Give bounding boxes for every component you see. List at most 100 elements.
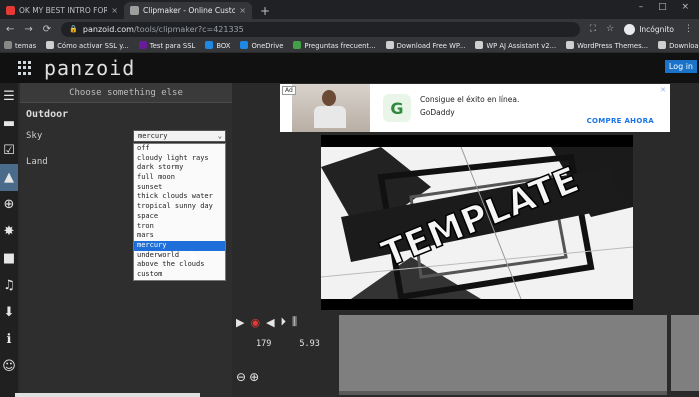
timeline-readout: 179 5.93 — [256, 339, 320, 349]
info-icon[interactable]: ℹ — [0, 326, 18, 353]
bookmark-item[interactable]: WordPress Themes... — [566, 41, 648, 50]
window-controls[interactable]: – □ × — [639, 2, 695, 12]
zoom-in-icon[interactable]: ⊕ — [249, 370, 259, 384]
browser-tab-strip: OK MY BEST INTRO FOR SURE C × Clipmaker … — [0, 0, 699, 19]
timeline-track-end[interactable] — [671, 315, 699, 391]
zoom-controls: ⊖ ⊕ — [236, 370, 259, 384]
close-tab-icon[interactable]: × — [239, 6, 246, 15]
bookmark-item[interactable]: Preguntas frecuent... — [293, 41, 376, 50]
menu-icon[interactable]: ☰ — [0, 83, 18, 110]
chevron-down-icon: ⌄ — [217, 132, 222, 140]
sky-option[interactable]: above the clouds — [134, 260, 225, 270]
sky-option[interactable]: full moon — [134, 173, 225, 183]
step-forward-icon[interactable]: ⏵ — [281, 315, 287, 329]
sky-option[interactable]: tron — [134, 222, 225, 232]
play-icon[interactable]: ▶ — [236, 316, 244, 329]
browser-tab-active[interactable]: Clipmaker - Online Custom Intro × — [124, 2, 252, 19]
smiley-icon[interactable]: ☺ — [0, 353, 18, 380]
youtube-favicon-icon — [6, 6, 15, 15]
bookmark-label: Download Free WP... — [396, 42, 466, 50]
browser-tab[interactable]: OK MY BEST INTRO FOR SURE C × — [0, 2, 124, 19]
bookmark-item[interactable]: temas — [4, 41, 36, 50]
tab-title: Clipmaker - Online Custom Intro — [143, 6, 236, 15]
sky-option[interactable]: mercury — [134, 240, 225, 251]
new-tab-button[interactable]: + — [252, 2, 278, 19]
ad-cta[interactable]: COMPRE AHORA — [587, 117, 654, 125]
incognito-icon — [624, 23, 636, 35]
bookmark-item[interactable]: Test para SSL — [138, 41, 196, 50]
address-bar-row: ← → ⟳ 🔒 panzoid.com/tools/clipmaker?c=42… — [0, 19, 699, 39]
bookmark-item[interactable]: OneDrive — [240, 41, 283, 50]
reload-icon[interactable]: ⟳ — [43, 24, 51, 35]
app-header: panzoid Log in — [0, 53, 699, 83]
sky-select[interactable]: mercury ⌄ — [133, 130, 226, 142]
sky-option[interactable]: underworld — [134, 251, 225, 261]
record-eye-icon[interactable]: ◉ — [250, 316, 260, 329]
bookmark-favicon-icon — [205, 41, 214, 49]
main-area: Ad G Consigue el éxito en línea. GoDaddy… — [232, 83, 699, 397]
ad-banner[interactable]: Ad G Consigue el éxito en línea. GoDaddy… — [280, 84, 670, 132]
ad-close-icon[interactable]: ✕ — [660, 86, 666, 94]
sky-option[interactable]: sunset — [134, 183, 225, 193]
menu-dots-icon[interactable]: ⋮ — [684, 24, 693, 34]
folder-icon[interactable]: ▬ — [0, 110, 18, 137]
sky-option[interactable]: custom — [134, 270, 225, 280]
bookmark-item[interactable]: BOX — [205, 41, 230, 50]
zoom-out-icon[interactable]: ⊖ — [236, 370, 246, 384]
sky-label: Sky — [26, 131, 43, 141]
waveform-icon[interactable]: ⫼ — [292, 315, 297, 329]
timeline-track[interactable] — [339, 315, 667, 391]
back-arrow-icon[interactable]: ← — [6, 24, 14, 35]
sky-option[interactable]: dark stormy — [134, 163, 225, 173]
bookmark-label: WordPress Themes... — [577, 42, 649, 50]
time-counter: 5.93 — [299, 339, 320, 349]
tab-title: OK MY BEST INTRO FOR SURE C — [19, 6, 108, 15]
sky-option[interactable]: space — [134, 212, 225, 222]
panzoid-logo[interactable]: panzoid — [44, 56, 135, 80]
sky-option[interactable]: thick clouds water — [134, 192, 225, 202]
camera-icon[interactable]: ■ — [0, 245, 18, 272]
bookmark-label: WP AJ Assistant v2... — [486, 42, 557, 50]
incognito-label: Incógnito — [639, 24, 674, 34]
translate-icon[interactable]: ⛶ — [590, 24, 596, 34]
sky-option[interactable]: cloudy light rays — [134, 154, 225, 164]
tool-sidebar: ☰ ▬ ☑ ▲ ⊕ ✸ ■ ♫ ⬇ ℹ ☺ — [0, 83, 18, 397]
bookmark-item[interactable]: Cómo activar SSL y... — [46, 41, 129, 50]
ad-headline: Consigue el éxito en línea. — [420, 95, 520, 104]
globe-icon[interactable]: ⊕ — [0, 191, 18, 218]
bookmark-item[interactable]: WP AJ Assistant v2... — [475, 41, 556, 50]
close-tab-icon[interactable]: × — [111, 6, 118, 15]
bookmark-item[interactable]: Download Free WP... — [385, 41, 466, 50]
login-button[interactable]: Log in — [664, 60, 697, 73]
apps-grid-icon[interactable] — [18, 61, 32, 75]
volume-icon[interactable]: ◀ — [266, 316, 274, 329]
incognito-badge[interactable]: Incógnito — [624, 23, 674, 35]
sky-option[interactable]: tropical sunny day — [134, 202, 225, 212]
bookmark-label: Test para SSL — [149, 42, 196, 50]
url-host: panzoid.com — [82, 24, 134, 34]
landscape-icon[interactable]: ▲ — [0, 164, 18, 191]
choose-something-else-button[interactable]: Choose something else — [20, 83, 232, 103]
url-field[interactable]: 🔒 panzoid.com/tools/clipmaker?c=421335 — [61, 21, 580, 37]
ad-photo — [292, 84, 370, 132]
sky-option[interactable]: off — [134, 144, 225, 154]
star-icon[interactable]: ☆ — [606, 24, 614, 34]
timeline-scrollbar[interactable] — [339, 391, 667, 395]
bookmark-label: temas — [15, 42, 37, 50]
bookmark-favicon-icon — [293, 41, 302, 49]
checkbox-icon[interactable]: ☑ — [0, 137, 18, 164]
burst-icon[interactable]: ✸ — [0, 218, 18, 245]
bookmark-item[interactable]: Download Free Astr... — [658, 41, 699, 50]
forward-arrow-icon[interactable]: → — [24, 24, 32, 35]
ad-brand: GoDaddy — [420, 108, 455, 117]
settings-panel: Choose something else Outdoor Sky Land m… — [20, 83, 232, 397]
preview-canvas[interactable]: TEMPLATE — [321, 135, 633, 310]
music-icon[interactable]: ♫ — [0, 272, 18, 299]
bottom-scrollbar[interactable] — [15, 393, 200, 397]
bookmarks-bar: temas Cómo activar SSL y... Test para SSL B… — [0, 39, 699, 53]
sky-option[interactable]: mars — [134, 231, 225, 241]
download-icon[interactable]: ⬇ — [0, 299, 18, 326]
bookmark-favicon-icon — [566, 41, 575, 49]
land-label: Land — [26, 157, 48, 167]
sky-select-value: mercury — [138, 132, 168, 140]
